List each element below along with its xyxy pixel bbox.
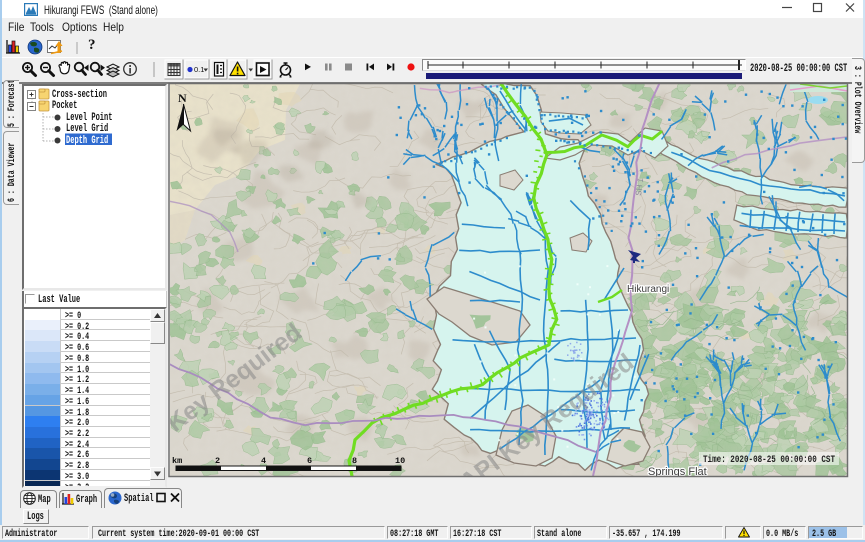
svg-text:10: 10 bbox=[395, 456, 405, 466]
svg-text:km: km bbox=[172, 456, 182, 466]
svg-text:N: N bbox=[178, 91, 187, 105]
svg-text:Time: 2020-08-25 00:00:00 CST: Time: 2020-08-25 00:00:00 CST bbox=[703, 454, 835, 466]
svg-text:8: 8 bbox=[352, 456, 357, 466]
svg-text:6: 6 bbox=[307, 456, 312, 466]
svg-text:4: 4 bbox=[261, 456, 266, 466]
svg-text:2: 2 bbox=[215, 456, 220, 466]
svg-text:Hikurangi: Hikurangi bbox=[627, 284, 669, 295]
